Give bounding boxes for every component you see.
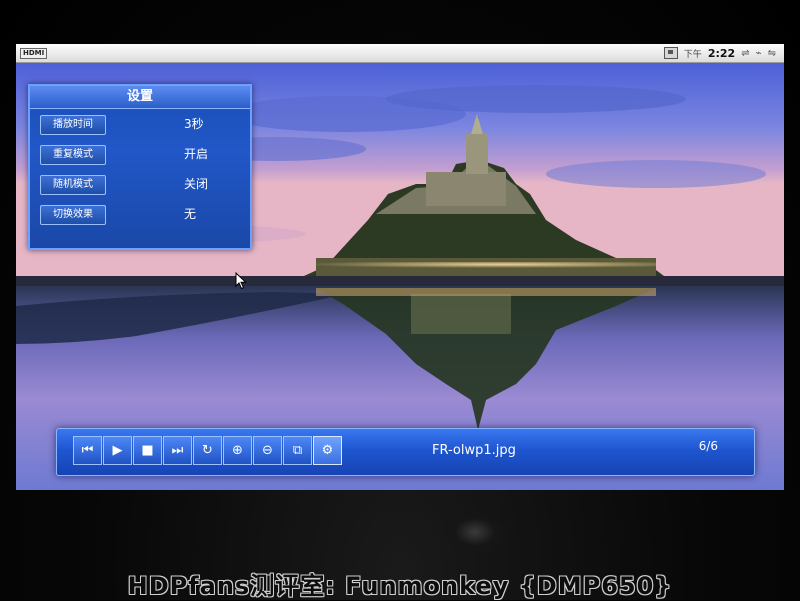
stop-icon: ■ bbox=[141, 443, 154, 458]
setting-row-play-time[interactable]: 播放时间 3秒 bbox=[30, 109, 250, 139]
settings-title: 设置 bbox=[30, 86, 250, 109]
setting-label[interactable]: 随机模式 bbox=[40, 175, 106, 195]
setting-value: 关闭 bbox=[184, 177, 209, 191]
zoom-in-icon: ⊕ bbox=[232, 443, 243, 458]
rotate-button[interactable]: ↻ bbox=[193, 436, 222, 465]
mouse-cursor-icon bbox=[235, 272, 247, 290]
setting-row-repeat-mode[interactable]: 重复模式 开启 bbox=[30, 139, 250, 169]
image-counter: 6/6 bbox=[698, 439, 718, 453]
status-bar: HDMI 下午 2:22 ⇌ ⌁ ⇋ bbox=[16, 44, 784, 63]
previous-icon: ⏮ bbox=[81, 443, 94, 458]
settings-panel: 设置 播放时间 3秒 重复模式 开启 随机模式 关闭 切换效果 无 bbox=[28, 84, 252, 250]
setting-label[interactable]: 切换效果 bbox=[40, 205, 106, 225]
setting-row-shuffle-mode[interactable]: 随机模式 关闭 bbox=[30, 169, 250, 199]
toolbar-button-row: ⏮ ▶ ■ ⏭ ↻ ⊕ ⊖ ⧉ ⚙ bbox=[73, 436, 343, 465]
play-button[interactable]: ▶ bbox=[103, 436, 132, 465]
settings-gear-icon: ⚙ bbox=[321, 443, 334, 458]
hdmi-logo: HDMI bbox=[20, 47, 48, 59]
previous-button[interactable]: ⏮ bbox=[73, 436, 102, 465]
tv-screen: HDMI 下午 2:22 ⇌ ⌁ ⇋ 设置 播放时间 3秒 重复模式 开启 随机… bbox=[16, 44, 784, 490]
setting-value: 无 bbox=[184, 207, 197, 221]
watermark-caption: HDPfans测评室: Funmonkey {DMP650} bbox=[127, 572, 673, 600]
network-icon bbox=[663, 47, 678, 59]
tv-stand bbox=[440, 516, 510, 556]
settings-button[interactable]: ⚙ bbox=[313, 436, 342, 465]
media-toolbar: ⏮ ▶ ■ ⏭ ↻ ⊕ ⊖ ⧉ ⚙ FR-olwp1.jpg 6/6 bbox=[56, 428, 755, 476]
setting-label[interactable]: 重复模式 bbox=[40, 145, 106, 165]
status-ampm: 下午 bbox=[683, 49, 702, 60]
rotate-icon: ↻ bbox=[202, 443, 213, 458]
sd-card-icon: ⌁ bbox=[755, 47, 762, 59]
zoom-in-button[interactable]: ⊕ bbox=[223, 436, 252, 465]
resize-icon: ⧉ bbox=[292, 443, 303, 458]
stop-button[interactable]: ■ bbox=[133, 436, 162, 465]
play-icon: ▶ bbox=[112, 443, 123, 458]
resize-button[interactable]: ⧉ bbox=[283, 436, 312, 465]
status-time: 2:22 bbox=[707, 46, 736, 60]
setting-value: 3秒 bbox=[184, 117, 204, 131]
file-name: FR-olwp1.jpg bbox=[432, 443, 516, 458]
setting-value: 开启 bbox=[184, 147, 209, 161]
zoom-out-icon: ⊖ bbox=[262, 443, 273, 458]
setting-label[interactable]: 播放时间 bbox=[40, 115, 106, 135]
storage-icon: ⇋ bbox=[767, 47, 776, 59]
setting-row-transition-effect[interactable]: 切换效果 无 bbox=[30, 199, 250, 229]
zoom-out-button[interactable]: ⊖ bbox=[253, 436, 282, 465]
next-button[interactable]: ⏭ bbox=[163, 436, 192, 465]
status-right-group: 下午 2:22 ⇌ ⌁ ⇋ bbox=[663, 46, 776, 60]
next-icon: ⏭ bbox=[171, 443, 184, 458]
usb-icon: ⇌ bbox=[741, 47, 750, 59]
